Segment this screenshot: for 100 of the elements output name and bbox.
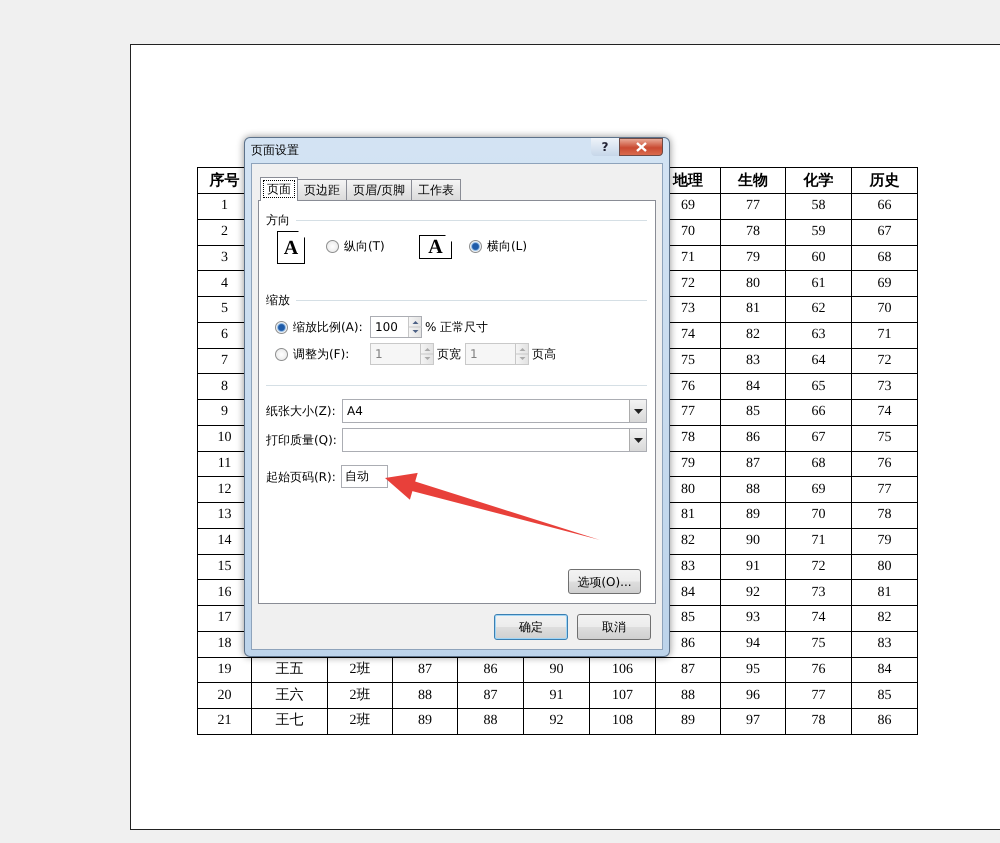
- table-cell: 19: [198, 657, 252, 683]
- table-cell: 89: [656, 708, 720, 734]
- dropdown-field[interactable]: A4: [342, 399, 647, 423]
- table-cell: 87: [720, 451, 786, 477]
- table-cell: 71: [786, 528, 852, 554]
- table-cell: 66: [786, 400, 852, 426]
- dropdown-button[interactable]: [629, 429, 646, 451]
- table-cell: 75: [786, 631, 852, 657]
- dropdown-field[interactable]: [342, 428, 647, 452]
- options-button[interactable]: 选项(O)...: [568, 569, 641, 594]
- table-cell: 75: [852, 425, 918, 451]
- cancel-button[interactable]: 取消: [577, 614, 651, 640]
- spin-arrows-icon[interactable]: [408, 317, 421, 337]
- column-header: 历史: [852, 168, 918, 194]
- table-cell: 67: [852, 219, 918, 245]
- close-icon: [636, 142, 646, 152]
- radio-option[interactable]: 横向(L): [469, 237, 528, 255]
- column-header: 生物: [720, 168, 786, 194]
- unit-label: 页宽: [437, 346, 461, 363]
- icon-letter: A: [428, 237, 443, 257]
- group-label: 缩放: [266, 292, 290, 309]
- table-cell: 80: [852, 554, 918, 580]
- field-label: 打印质量(Q):: [266, 432, 338, 449]
- tab[interactable]: 工作表: [411, 179, 462, 200]
- table-cell: 76: [852, 451, 918, 477]
- table-cell: 69: [786, 476, 852, 502]
- table-cell: 73: [852, 374, 918, 400]
- close-button[interactable]: [619, 138, 663, 156]
- table-cell: 2班: [328, 708, 392, 734]
- table-cell: 86: [852, 708, 918, 734]
- unit-label: 页高: [532, 346, 556, 363]
- spin-field[interactable]: 100: [370, 316, 422, 338]
- radio-option[interactable]: 缩放比例(A):: [275, 318, 370, 336]
- table-cell: 94: [720, 631, 786, 657]
- radio-option[interactable]: 纵向(T): [326, 237, 390, 255]
- table-cell: 70: [786, 502, 852, 528]
- table-cell: 79: [852, 528, 918, 554]
- table-cell: 64: [786, 348, 852, 374]
- help-button[interactable]: ?: [591, 138, 619, 156]
- table-cell: 63: [786, 322, 852, 348]
- field-label: 纸张大小(Z):: [266, 403, 337, 420]
- field-label: 起始页码(R):: [266, 468, 337, 486]
- table-cell: 68: [852, 245, 918, 271]
- table-cell: 71: [852, 322, 918, 348]
- table-cell: 67: [786, 425, 852, 451]
- table-cell: 73: [786, 580, 852, 606]
- table-cell: 88: [458, 708, 524, 734]
- table-cell: 93: [720, 606, 786, 632]
- table-cell: 83: [852, 631, 918, 657]
- column-header: 化学: [786, 168, 852, 194]
- table-cell: 91: [524, 682, 590, 708]
- table-cell: 王七: [252, 708, 328, 734]
- table-cell: 89: [720, 502, 786, 528]
- table-cell: 69: [852, 270, 918, 296]
- table-cell: 2班: [328, 682, 392, 708]
- icon-letter: A: [284, 238, 298, 258]
- table-cell: 78: [852, 502, 918, 528]
- table-cell: 85: [852, 682, 918, 708]
- table-cell: 82: [852, 606, 918, 632]
- caret-icon: [634, 438, 642, 442]
- table-cell: 65: [786, 374, 852, 400]
- dialog-title: 页面设置: [251, 142, 299, 159]
- table-cell: 88: [720, 476, 786, 502]
- ok-button[interactable]: 确定: [494, 614, 568, 640]
- table-cell: 96: [720, 682, 786, 708]
- table-cell: 72: [852, 348, 918, 374]
- input-field[interactable]: 自动: [341, 465, 388, 488]
- tab[interactable]: 页眉/页脚: [346, 179, 412, 200]
- table-cell: 78: [720, 219, 786, 245]
- table-cell: 97: [720, 708, 786, 734]
- table-cell: 82: [720, 322, 786, 348]
- table-cell: 58: [786, 194, 852, 220]
- tab[interactable]: 页边距: [297, 179, 347, 200]
- table-cell: 68: [786, 451, 852, 477]
- table-cell: 77: [720, 194, 786, 220]
- table-cell: 76: [786, 657, 852, 683]
- table-cell: 88: [392, 682, 458, 708]
- table-cell: 86: [720, 425, 786, 451]
- table-cell: 61: [786, 270, 852, 296]
- table-cell: 84: [852, 657, 918, 683]
- table-cell: 85: [720, 400, 786, 426]
- table-cell: 84: [720, 374, 786, 400]
- table-cell: 90: [720, 528, 786, 554]
- tab[interactable]: 页面: [260, 177, 298, 201]
- table-cell: 59: [786, 219, 852, 245]
- table-cell: 21: [198, 708, 252, 734]
- table-cell: 77: [852, 476, 918, 502]
- table-cell: 20: [198, 682, 252, 708]
- unit-label: % 正常尺寸: [425, 319, 488, 336]
- table-cell: 89: [392, 708, 458, 734]
- caret-icon: [634, 408, 642, 414]
- table-cell: 92: [720, 580, 786, 606]
- table-cell: 87: [458, 682, 524, 708]
- dropdown-button[interactable]: [629, 400, 646, 422]
- table-cell: 78: [786, 708, 852, 734]
- radio-option[interactable]: 调整为(F):: [275, 345, 370, 363]
- table-cell: 80: [720, 270, 786, 296]
- table-cell: 70: [852, 296, 918, 322]
- table-cell: 72: [786, 554, 852, 580]
- table-cell: 74: [852, 400, 918, 426]
